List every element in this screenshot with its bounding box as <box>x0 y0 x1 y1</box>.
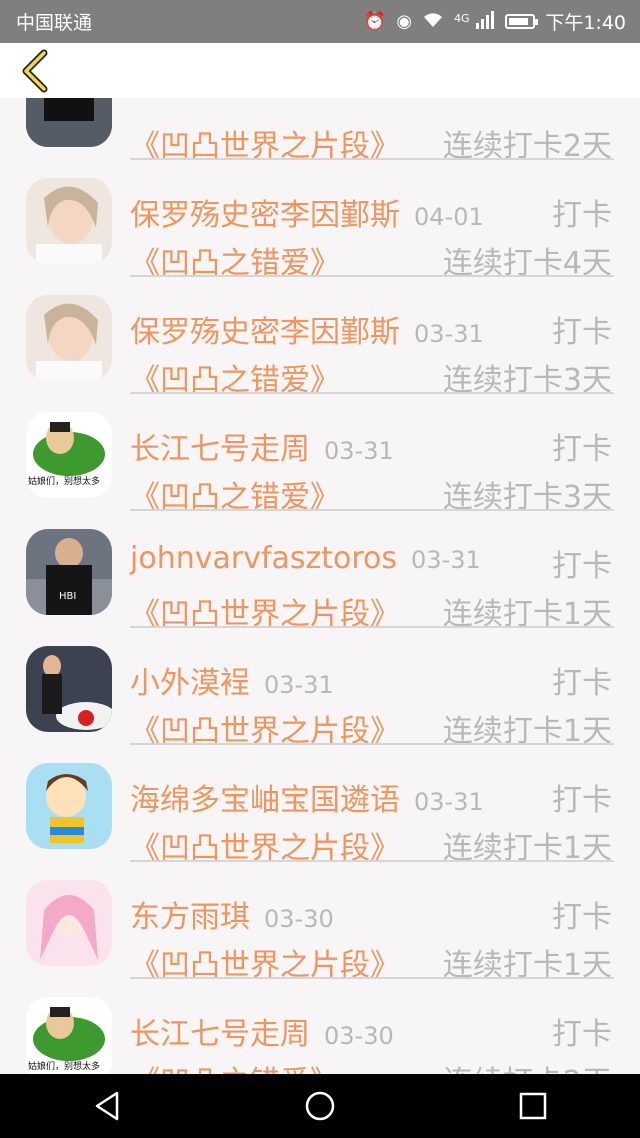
list-item[interactable]: 海绵多宝岫宝国遴语 03-31 打卡 《凹凸世界之片段》 连续打卡1天 <box>0 727 640 866</box>
checkin-date: 03-30 <box>264 905 334 933</box>
checkin-label: 打卡 <box>552 549 612 584</box>
user-name: 保罗殇史密李因鄞斯 03-31 <box>130 307 484 351</box>
checkin-date: 03-30 <box>324 1022 394 1050</box>
list-item[interactable]: 姑娘们，别想太多 长江七号走周 03-31 打卡 《凹凸之错爱》 连续打卡3天 <box>0 376 640 515</box>
nav-back-button[interactable] <box>77 1076 137 1136</box>
avatar <box>26 295 112 381</box>
avatar-caption: 姑娘们，别想太多 <box>28 1060 100 1072</box>
book-title: 《凹凸之错爱》 <box>130 1057 340 1074</box>
user-name-text: 长江七号走周 <box>130 1017 310 1052</box>
user-name: 保罗殇史密李因鄞斯 04-01 <box>130 190 484 234</box>
list-item[interactable]: 东方雨琪 03-30 打卡 《凹凸世界之片段》 连续打卡1天 <box>0 844 640 983</box>
list-item[interactable]: 保罗殇史密李因鄞斯 03-31 打卡 《凹凸之错爱》 连续打卡3天 <box>0 259 640 398</box>
user-name-text: 小外漠裎 <box>130 666 250 701</box>
checkin-date: 03-31 <box>264 671 334 699</box>
checkin-date: 03-31 <box>414 320 484 348</box>
avatar <box>26 763 112 849</box>
checkin-label: 打卡 <box>552 783 612 818</box>
checkin-list[interactable]: HBI 《凹凸世界之片段》 连续打卡2天 保罗殇史密李因鄞斯04-01 打卡 《… <box>0 43 640 1074</box>
checkin-date: 03-31 <box>324 437 394 465</box>
svg-text:HBI: HBI <box>59 591 76 602</box>
checkin-label: 打卡 <box>552 198 612 233</box>
status-icons: ⏰ ◉ 4G 下午1:40 <box>364 8 626 35</box>
user-name: johnvarvfasztoros 03-31 <box>130 541 481 576</box>
avatar <box>26 178 112 264</box>
square-recents-icon <box>520 1092 547 1120</box>
avatar-caption: 姑娘们，别想太多 <box>28 475 100 487</box>
app-header <box>0 43 640 98</box>
user-name-text: 保罗殇史密李因鄞斯 <box>130 315 400 350</box>
circle-home-icon <box>305 1091 335 1121</box>
list-item[interactable]: 保罗殇史密李因鄞斯 04-01 打卡 《凹凸之错爱》 连续打卡4天 <box>0 142 640 281</box>
user-name: 长江七号走周 03-30 <box>130 1009 394 1053</box>
network-type-label: 4G <box>454 11 470 25</box>
chevron-left-icon <box>22 49 48 93</box>
signal-icon: 4G <box>454 10 495 33</box>
wifi-icon <box>422 11 444 33</box>
checkin-date: 04-01 <box>414 203 484 231</box>
eye-icon: ◉ <box>396 10 413 32</box>
avatar <box>26 880 112 966</box>
checkin-label: 打卡 <box>552 1017 612 1052</box>
user-name-text: johnvarvfasztoros <box>130 541 398 576</box>
status-bar: 中国联通 ⏰ ◉ 4G 下午1:40 <box>0 0 640 43</box>
user-name: 东方雨琪 03-30 <box>130 892 334 936</box>
user-name-text: 海绵多宝岫宝国遴语 <box>130 783 400 818</box>
checkin-label: 打卡 <box>552 315 612 350</box>
user-name: 海绵多宝岫宝国遴语 03-31 <box>130 775 484 819</box>
checkin-label: 打卡 <box>552 432 612 467</box>
user-name-text: 东方雨琪 <box>130 900 250 935</box>
streak-label: 连续打卡2天 <box>443 1057 612 1074</box>
avatar: HBI <box>26 529 112 615</box>
checkin-label: 打卡 <box>552 666 612 701</box>
system-nav-bar <box>0 1074 640 1138</box>
checkin-label: 打卡 <box>552 900 612 935</box>
user-name-text: 保罗殇史密李因鄞斯 <box>130 198 400 233</box>
battery-icon <box>505 14 539 29</box>
avatar: 姑娘们，别想太多 <box>26 412 112 498</box>
checkin-date: 03-31 <box>414 788 484 816</box>
avatar: 姑娘们，别想太多 <box>26 997 112 1074</box>
nav-home-button[interactable] <box>290 1076 350 1136</box>
carrier-label: 中国联通 <box>16 12 93 34</box>
user-name-text: 长江七号走周 <box>130 432 310 467</box>
user-name: 小外漠裎 03-31 <box>130 658 334 702</box>
clock: 下午1:40 <box>545 12 626 34</box>
list-item[interactable]: HBI johnvarvfasztoros 03-31 打卡 《凹凸世界之片段》 … <box>0 493 640 632</box>
back-button[interactable] <box>14 49 54 93</box>
avatar <box>26 646 112 732</box>
user-name: 长江七号走周 03-31 <box>130 424 394 468</box>
alarm-icon: ⏰ <box>363 10 387 32</box>
checkin-date: 03-31 <box>411 546 481 574</box>
nav-recents-button[interactable] <box>503 1076 563 1136</box>
list-item[interactable]: 小外漠裎 03-31 打卡 《凹凸世界之片段》 连续打卡1天 <box>0 610 640 749</box>
list-item[interactable]: 姑娘们，别想太多 长江七号走周 03-30 打卡 《凹凸之错爱》 连续打卡2天 <box>0 961 640 1074</box>
triangle-back-icon <box>95 1091 118 1121</box>
